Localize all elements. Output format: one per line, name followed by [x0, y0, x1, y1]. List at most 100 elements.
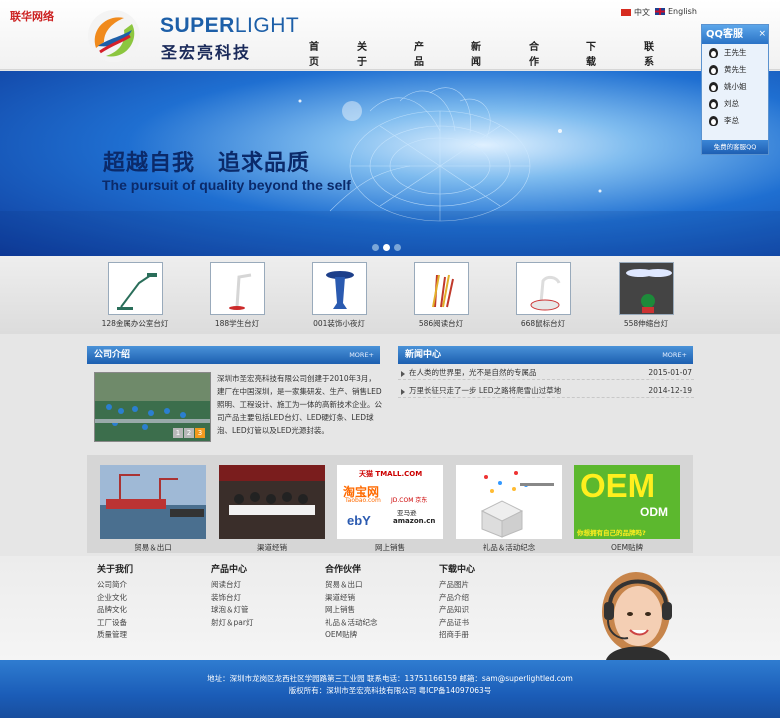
product-thumb[interactable] [107, 262, 163, 315]
product-strip: 128金属办公室台灯 188学生台灯 001装饰小夜灯 586阅读台灯 668鼠… [0, 256, 780, 334]
product-card[interactable]: 558伸缩台灯 [601, 262, 691, 329]
footer-link[interactable]: 礼品＆活动纪念 [325, 617, 378, 630]
about-page-3[interactable]: 3 [195, 428, 205, 438]
mouse-lamp-icon [530, 275, 560, 311]
product-caption[interactable]: 668鼠标台灯 [498, 318, 588, 329]
business-photo[interactable]: OEM ODM 你想拥有自己的品牌吗? [574, 465, 680, 539]
qq-agent[interactable]: 刘总 [702, 95, 768, 112]
news-more-link[interactable]: MORE+ [662, 346, 687, 364]
odm-banner-title: ODM [640, 505, 668, 519]
product-caption[interactable]: 586阅读台灯 [396, 318, 486, 329]
banner-dot[interactable] [394, 244, 401, 251]
business-card[interactable]: 渠道经销 [219, 465, 325, 553]
product-thumb[interactable] [413, 262, 469, 315]
qq-agent-name: 黄先生 [724, 65, 747, 74]
product-card[interactable]: 001装饰小夜灯 [294, 262, 384, 329]
footer-link[interactable]: 品牌文化 [97, 604, 133, 617]
penguin-icon [709, 81, 718, 92]
about-photo[interactable]: 1 2 3 [94, 372, 211, 442]
product-thumb[interactable] [618, 262, 674, 315]
business-caption[interactable]: 网上销售 [337, 542, 443, 553]
reading-lamp-icon [431, 274, 454, 308]
footer-col-title[interactable]: 关于我们 [97, 562, 133, 575]
footer-link[interactable]: OEM贴牌 [325, 629, 378, 642]
business-photo[interactable]: 天猫 TMALL.COM 淘宝网 Taobao.com JD.COM 京东 亚马… [337, 465, 443, 539]
news-item[interactable]: 万里长征只走了一步 LED之路将爬雪山过草地 2014-12-19 [398, 384, 694, 398]
business-caption[interactable]: OEM贴牌 [574, 542, 680, 553]
footer-link[interactable]: 招商手册 [439, 629, 475, 642]
product-thumb[interactable] [311, 262, 367, 315]
business-card[interactable]: 贸易＆出口 [100, 465, 206, 553]
about-more-link[interactable]: MORE+ [349, 346, 374, 364]
lang-en-link[interactable]: English [655, 7, 697, 16]
business-caption[interactable]: 渠道经销 [219, 542, 325, 553]
about-page-1[interactable]: 1 [173, 428, 183, 438]
product-card[interactable]: 586阅读台灯 [396, 262, 486, 329]
hero-banner[interactable]: 超越自我 追求品质 The pursuit of quality beyond … [0, 71, 780, 256]
qq-agent[interactable]: 姚小姐 [702, 78, 768, 95]
news-header: 新闻中心 MORE+ [398, 346, 693, 364]
business-card[interactable]: 天猫 TMALL.COM 淘宝网 Taobao.com JD.COM 京东 亚马… [337, 465, 443, 553]
footer-link[interactable]: 装饰台灯 [211, 592, 253, 605]
business-caption[interactable]: 礼品＆活动纪念 [456, 542, 562, 553]
footer-link[interactable]: 企业文化 [97, 592, 133, 605]
amazon-logo: 亚马逊 [397, 509, 417, 517]
brand-name-en-light: LIGHT [234, 14, 300, 37]
footer-col-title[interactable]: 下载中心 [439, 562, 475, 575]
footer-link[interactable]: 渠道经销 [325, 592, 378, 605]
footer-link[interactable]: 贸易＆出口 [325, 579, 378, 592]
footer-link[interactable]: 射灯＆par灯 [211, 617, 253, 630]
product-caption[interactable]: 558伸缩台灯 [601, 318, 691, 329]
qq-agent[interactable]: 黄先生 [702, 61, 768, 78]
product-card[interactable]: 668鼠标台灯 [498, 262, 588, 329]
close-icon[interactable]: × [758, 29, 766, 39]
product-thumb[interactable] [515, 262, 571, 315]
footer-link[interactable]: 质量管理 [97, 629, 133, 642]
uk-flag-icon [655, 8, 665, 15]
banner-dot-active[interactable] [383, 244, 390, 251]
footer-link[interactable]: 工厂设备 [97, 617, 133, 630]
about-page-2[interactable]: 2 [184, 428, 194, 438]
product-caption[interactable]: 128金属办公室台灯 [90, 318, 180, 329]
about-pager: 1 2 3 [173, 428, 205, 438]
news-item-title[interactable]: 万里长征只走了一步 LED之路将爬雪山过草地 [409, 386, 561, 395]
footer-link[interactable]: 产品证书 [439, 617, 475, 630]
footer-link[interactable]: 公司简介 [97, 579, 133, 592]
nav-home[interactable]: 首页 [309, 38, 319, 68]
business-photo[interactable] [456, 465, 562, 539]
banner-slogan-en: The pursuit of quality beyond the self [102, 177, 351, 193]
footer-link[interactable]: 产品图片 [439, 579, 475, 592]
footer-link[interactable]: 阅读台灯 [211, 579, 253, 592]
footer-link[interactable]: 球泡＆灯管 [211, 604, 253, 617]
about-text: 深圳市圣宏亮科技有限公司创建于2010年3月，建厂在中国深圳，是一家集研发、生产… [217, 374, 382, 435]
news-list: 在人类的世界里，光不是自然的专属品 2015-01-07 万里长征只走了一步 L… [398, 366, 694, 398]
brand-name-cn[interactable]: 圣宏亮科技 [161, 39, 251, 63]
footer-col-title[interactable]: 合作伙伴 [325, 562, 378, 575]
product-caption[interactable]: 188学生台灯 [192, 318, 282, 329]
lang-cn-link[interactable]: 中文 [621, 7, 650, 18]
footer-col-title[interactable]: 产品中心 [211, 562, 253, 575]
footer-link[interactable]: 产品介绍 [439, 592, 475, 605]
brand-name-en[interactable]: SUPERLIGHT [160, 14, 299, 38]
news-item[interactable]: 在人类的世界里，光不是自然的专属品 2015-01-07 [398, 366, 694, 380]
business-card[interactable]: 礼品＆活动纪念 [456, 465, 562, 553]
brand-logo-icon[interactable] [86, 8, 142, 64]
news-title: 新闻中心 [405, 350, 442, 360]
product-card[interactable]: 188学生台灯 [192, 262, 282, 329]
banner-dot[interactable] [372, 244, 379, 251]
footer-link[interactable]: 网上销售 [325, 604, 378, 617]
product-card[interactable]: 128金属办公室台灯 [90, 262, 180, 329]
business-photo[interactable] [219, 465, 325, 539]
qq-agent[interactable]: 李总 [702, 112, 768, 129]
qq-widget-footer[interactable]: 免费的客服QQ [702, 140, 768, 154]
amazon-domain: amazon.cn [393, 517, 436, 525]
qq-agent[interactable]: 王先生 [702, 44, 768, 61]
penguin-icon [709, 115, 718, 126]
business-caption[interactable]: 贸易＆出口 [100, 542, 206, 553]
footer-link[interactable]: 产品知识 [439, 604, 475, 617]
news-item-title[interactable]: 在人类的世界里，光不是自然的专属品 [409, 368, 537, 377]
product-thumb[interactable] [209, 262, 265, 315]
business-photo[interactable] [100, 465, 206, 539]
product-caption[interactable]: 001装饰小夜灯 [294, 318, 384, 329]
business-card[interactable]: OEM ODM 你想拥有自己的品牌吗? OEM贴牌 [574, 465, 680, 553]
